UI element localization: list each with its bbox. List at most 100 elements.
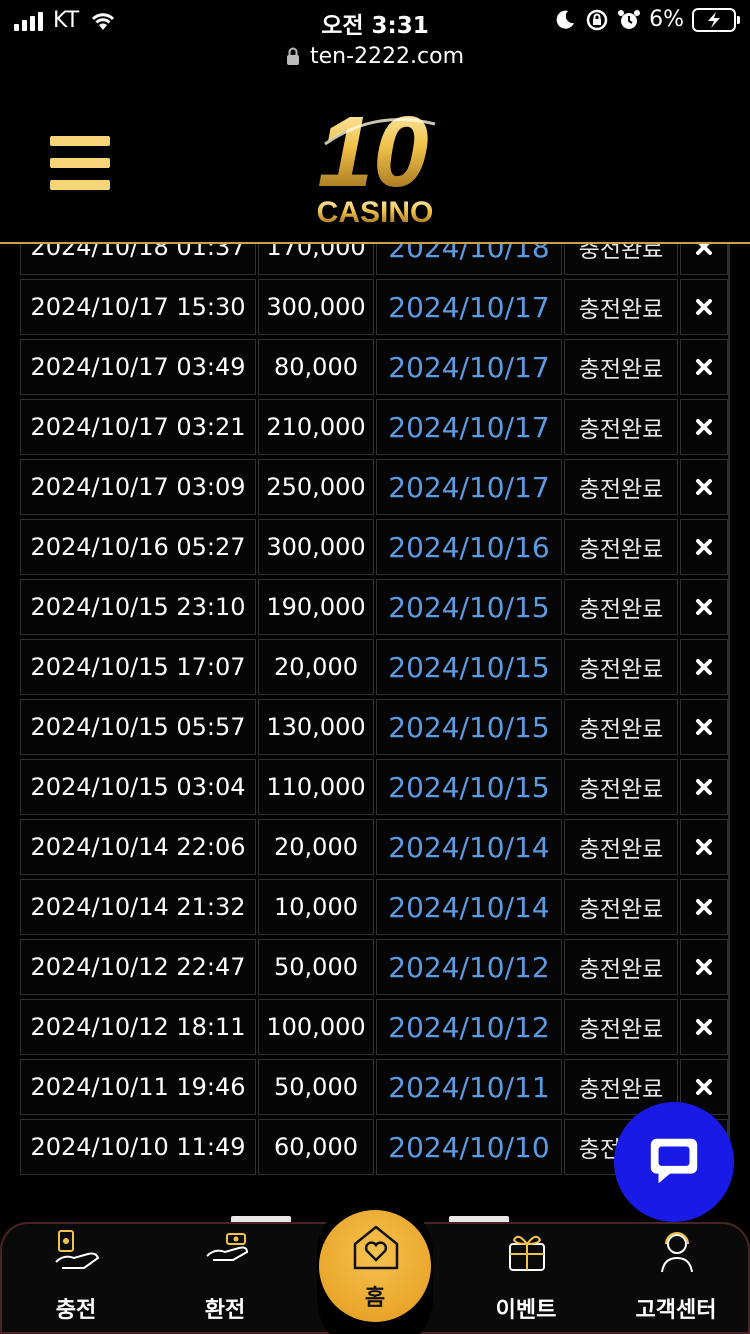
row-datetime: 2024/10/10 11:49 — [20, 1119, 256, 1175]
nav-charge-label: 충전 — [55, 1298, 97, 1323]
delete-button[interactable] — [680, 879, 728, 935]
row-amount: 130,000 — [258, 699, 374, 755]
row-datetime: 2024/10/17 03:21 — [20, 399, 256, 455]
row-date-link[interactable]: 2024/10/17 — [376, 459, 562, 515]
delete-button[interactable] — [680, 699, 728, 755]
table-row: 2024/10/17 03:09 250,000 2024/10/17 충전완료 — [20, 457, 730, 517]
table-row: 2024/10/14 21:32 10,000 2024/10/14 충전완료 — [20, 877, 730, 937]
nav-event-label: 이벤트 — [495, 1298, 557, 1323]
row-date-link[interactable]: 2024/10/18 — [376, 244, 562, 275]
alarm-icon — [618, 9, 641, 29]
nav-exchange-label: 환전 — [204, 1298, 246, 1323]
row-status: 충전완료 — [564, 339, 678, 395]
hamburger-menu-icon[interactable] — [50, 136, 110, 190]
close-icon — [696, 719, 712, 735]
row-status: 충전완료 — [564, 699, 678, 755]
close-icon — [696, 359, 712, 375]
nav-exchange[interactable]: 환전 — [165, 1224, 285, 1334]
table-row: 2024/10/15 17:07 20,000 2024/10/15 충전완료 — [20, 637, 730, 697]
charge-history-table[interactable]: 2024/10/18 01:37 170,000 2024/10/18 충전완료 202… — [20, 244, 730, 1178]
delete-button[interactable] — [680, 819, 728, 875]
row-datetime: 2024/10/15 03:04 — [20, 759, 256, 815]
row-datetime: 2024/10/12 18:11 — [20, 999, 256, 1055]
row-datetime: 2024/10/12 22:47 — [20, 939, 256, 995]
table-row: 2024/10/12 22:47 50,000 2024/10/12 충전완료 — [20, 937, 730, 997]
close-icon — [696, 1019, 712, 1035]
nav-home[interactable]: 홈 — [317, 1196, 433, 1334]
delete-button[interactable] — [680, 279, 728, 335]
row-date-link[interactable]: 2024/10/15 — [376, 579, 562, 635]
row-date-link[interactable]: 2024/10/15 — [376, 759, 562, 815]
lock-icon — [286, 47, 299, 65]
close-icon — [696, 479, 712, 495]
withdraw-hand-icon — [206, 1233, 249, 1261]
nav-event[interactable]: 이벤트 — [466, 1224, 586, 1334]
row-datetime: 2024/10/15 17:07 — [20, 639, 256, 695]
row-datetime: 2024/10/15 23:10 — [20, 579, 256, 635]
row-status: 충전완료 — [564, 759, 678, 815]
delete-button[interactable] — [680, 459, 728, 515]
nav-home-label: 홈 — [364, 1286, 386, 1311]
row-date-link[interactable]: 2024/10/15 — [376, 639, 562, 695]
row-date-link[interactable]: 2024/10/17 — [376, 339, 562, 395]
close-icon — [696, 659, 712, 675]
row-status: 충전완료 — [564, 279, 678, 335]
delete-button[interactable] — [680, 939, 728, 995]
close-icon — [696, 599, 712, 615]
delete-button[interactable] — [680, 244, 728, 275]
row-amount: 20,000 — [258, 639, 374, 695]
close-icon — [696, 959, 712, 975]
row-amount: 250,000 — [258, 459, 374, 515]
close-icon — [696, 779, 712, 795]
row-date-link[interactable]: 2024/10/17 — [376, 279, 562, 335]
table-row: 2024/10/15 05:57 130,000 2024/10/15 충전완료 — [20, 697, 730, 757]
deposit-hand-icon — [55, 1230, 100, 1269]
row-date-link[interactable]: 2024/10/14 — [376, 819, 562, 875]
close-icon — [696, 244, 712, 255]
support-agent-icon — [661, 1232, 693, 1273]
row-datetime: 2024/10/17 03:49 — [20, 339, 256, 395]
row-amount: 300,000 — [258, 519, 374, 575]
nav-support[interactable]: 고객센터 — [616, 1224, 736, 1334]
row-date-link[interactable]: 2024/10/14 — [376, 879, 562, 935]
row-date-link[interactable]: 2024/10/10 — [376, 1119, 562, 1175]
table-row: 2024/10/15 23:10 190,000 2024/10/15 충전완료 — [20, 577, 730, 637]
table-row: 2024/10/16 05:27 300,000 2024/10/16 충전완료 — [20, 517, 730, 577]
address-bar[interactable]: ten-2222.com — [0, 40, 750, 72]
row-date-link[interactable]: 2024/10/12 — [376, 999, 562, 1055]
url-text: ten-2222.com — [309, 43, 464, 69]
row-date-link[interactable]: 2024/10/16 — [376, 519, 562, 575]
table-row: 2024/10/11 19:46 50,000 2024/10/11 충전완료 — [20, 1057, 730, 1117]
delete-button[interactable] — [680, 639, 728, 695]
row-status: 충전완료 — [564, 519, 678, 575]
row-amount: 170,000 — [258, 244, 374, 275]
close-icon — [696, 539, 712, 555]
delete-button[interactable] — [680, 399, 728, 455]
row-status: 충전완료 — [564, 819, 678, 875]
row-date-link[interactable]: 2024/10/15 — [376, 699, 562, 755]
nav-support-label: 고객센터 — [635, 1298, 717, 1323]
rotation-lock-icon — [586, 9, 608, 30]
table-row: 2024/10/17 15:30 300,000 2024/10/17 충전완료 — [20, 277, 730, 337]
row-amount: 60,000 — [258, 1119, 374, 1175]
chat-bubble-icon — [650, 1138, 698, 1184]
live-chat-button[interactable] — [614, 1102, 734, 1222]
delete-button[interactable] — [680, 999, 728, 1055]
row-status: 충전완료 — [564, 879, 678, 935]
row-status: 충전완료 — [564, 399, 678, 455]
delete-button[interactable] — [680, 519, 728, 575]
row-amount: 300,000 — [258, 279, 374, 335]
delete-button[interactable] — [680, 759, 728, 815]
home-heart-icon — [353, 1225, 399, 1270]
row-amount: 190,000 — [258, 579, 374, 635]
delete-button[interactable] — [680, 579, 728, 635]
nav-charge[interactable]: 충전 — [16, 1224, 136, 1334]
casino-logo[interactable]: 10 CASINO — [295, 104, 455, 228]
row-amount: 110,000 — [258, 759, 374, 815]
row-date-link[interactable]: 2024/10/11 — [376, 1059, 562, 1115]
row-date-link[interactable]: 2024/10/17 — [376, 399, 562, 455]
table-row: 2024/10/14 22:06 20,000 2024/10/14 충전완료 — [20, 817, 730, 877]
delete-button[interactable] — [680, 339, 728, 395]
row-date-link[interactable]: 2024/10/12 — [376, 939, 562, 995]
table-row: 2024/10/15 03:04 110,000 2024/10/15 충전완료 — [20, 757, 730, 817]
